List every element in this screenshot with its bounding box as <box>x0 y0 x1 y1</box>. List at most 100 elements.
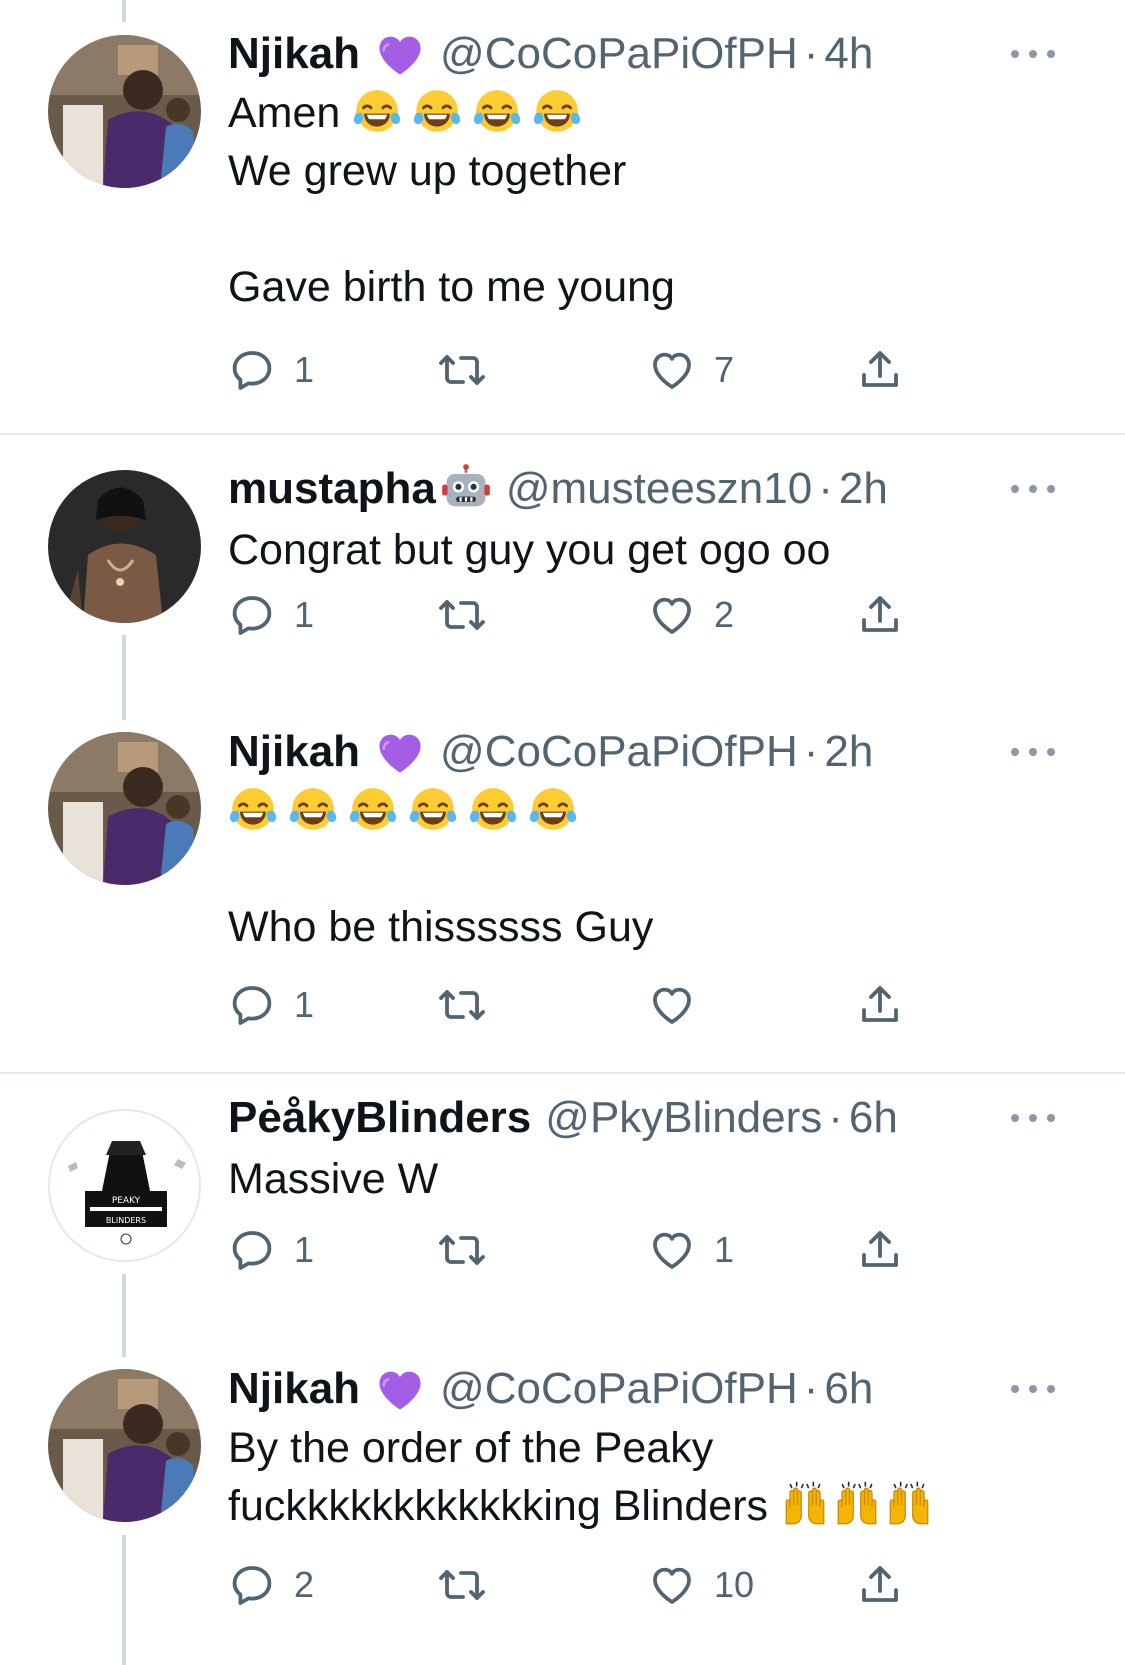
tweet-header: PėåkyBlinders @PkyBlinders · 6h <box>228 1092 1045 1144</box>
tweet-header: Njikah @CoCoPaPiOfPH · 6h <box>228 1363 1045 1415</box>
share-button[interactable] <box>856 1220 904 1280</box>
purple-heart-icon <box>374 28 426 80</box>
handle[interactable]: @musteeszn10 <box>506 463 812 515</box>
tweet[interactable]: PEAKY BLINDERS PėåkyBlinders @PkyBlinder… <box>0 1074 1125 1357</box>
tweet-text-line: By the order of the Peaky <box>228 1424 714 1472</box>
tweet[interactable]: mustapha @musteeszn10 · 2h Congrat but g… <box>0 435 1125 720</box>
display-name[interactable]: Njikah <box>228 28 360 80</box>
share-button[interactable] <box>856 1555 904 1615</box>
purple-heart-icon <box>374 1363 426 1415</box>
reply-button[interactable]: 1 <box>228 1220 314 1280</box>
joy-emoji <box>412 87 462 137</box>
tweet[interactable]: Njikah @CoCoPaPiOfPH · 4h Amen We grew u… <box>0 0 1125 433</box>
robot-icon <box>440 463 492 515</box>
handle[interactable]: @PkyBlinders <box>545 1092 822 1144</box>
joy-emoji <box>532 87 582 137</box>
tweet-actions: 1 1 <box>228 1220 948 1280</box>
more-icon[interactable] <box>1011 742 1055 762</box>
reply-button[interactable]: 1 <box>228 340 314 400</box>
thread-line <box>122 1535 126 1665</box>
raised-hands-emoji <box>884 1480 934 1530</box>
retweet-icon <box>438 591 486 639</box>
like-button[interactable]: 10 <box>648 1555 754 1615</box>
reply-count: 1 <box>294 594 315 635</box>
reply-count: 1 <box>294 349 315 390</box>
retweet-button[interactable] <box>438 975 504 1035</box>
retweet-button[interactable] <box>438 340 504 400</box>
display-name[interactable]: mustapha <box>228 463 436 515</box>
tweet-text-line: Amen <box>228 89 341 137</box>
retweet-icon <box>438 1561 486 1609</box>
tweet-text: Massive W <box>228 1155 439 1203</box>
tweet-text: By the order of the Peaky fuckkkkkkkkkkk… <box>228 1419 1065 1535</box>
more-icon[interactable] <box>1011 479 1055 499</box>
tweet-actions: 1 2 <box>228 585 948 645</box>
more-icon[interactable] <box>1011 44 1055 64</box>
retweet-button[interactable] <box>438 1555 504 1615</box>
joy-emoji <box>288 785 338 835</box>
more-icon[interactable] <box>1011 1379 1055 1399</box>
tweet-text: Amen We grew up together Gave birth to m… <box>228 84 1065 316</box>
joy-emoji <box>352 87 402 137</box>
timestamp[interactable]: 6h <box>849 1092 898 1144</box>
tweet[interactable]: Njikah @CoCoPaPiOfPH · 6h By the order o… <box>0 1357 1125 1665</box>
heart-icon <box>648 591 696 639</box>
avatar[interactable]: PEAKY BLINDERS <box>48 1109 201 1262</box>
joy-emoji <box>528 785 578 835</box>
separator-dot: · <box>803 1364 819 1413</box>
display-name[interactable]: Njikah <box>228 1363 360 1415</box>
avatar[interactable] <box>48 732 201 885</box>
tweet[interactable]: Njikah @CoCoPaPiOfPH · 2h Who be thissss… <box>0 720 1125 1073</box>
retweet-button[interactable] <box>438 585 504 645</box>
like-count: 2 <box>714 594 735 635</box>
tweet-text-line: fuckkkkkkkkkkkking Blinders <box>228 1482 769 1530</box>
reply-icon <box>228 1226 276 1274</box>
tweet-header: Njikah @CoCoPaPiOfPH · 2h <box>228 726 1045 778</box>
like-button[interactable]: 2 <box>648 585 734 645</box>
heart-icon <box>648 1561 696 1609</box>
timestamp[interactable]: 6h <box>824 1363 873 1415</box>
separator-dot: · <box>818 464 833 513</box>
reply-count: 1 <box>294 1229 315 1270</box>
timestamp[interactable]: 2h <box>824 726 873 778</box>
share-icon <box>856 1226 904 1274</box>
tweet-text: Who be thissssss Guy <box>228 903 654 951</box>
avatar-text-top: PEAKY <box>112 1196 141 1206</box>
separator-dot: · <box>803 29 819 78</box>
tweet-actions: 1 7 <box>228 340 948 400</box>
reply-button[interactable]: 2 <box>228 1555 314 1615</box>
timestamp[interactable]: 2h <box>839 463 888 515</box>
reply-icon <box>228 981 276 1029</box>
like-button[interactable]: 1 <box>648 1220 734 1280</box>
retweet-icon <box>438 346 486 394</box>
tweet-text-body: We grew up together Gave birth to me you… <box>228 147 675 311</box>
separator-dot: · <box>803 727 819 776</box>
avatar[interactable] <box>48 1369 201 1522</box>
share-button[interactable] <box>856 340 904 400</box>
reply-button[interactable]: 1 <box>228 975 314 1035</box>
share-button[interactable] <box>856 585 904 645</box>
display-name[interactable]: PėåkyBlinders <box>228 1092 531 1144</box>
thread-line <box>122 1274 126 1357</box>
avatar-text-bottom: BLINDERS <box>106 1216 146 1225</box>
timestamp[interactable]: 4h <box>824 28 873 80</box>
reply-button[interactable]: 1 <box>228 585 314 645</box>
reply-icon <box>228 1561 276 1609</box>
like-button[interactable]: 7 <box>648 340 734 400</box>
retweet-icon <box>438 981 486 1029</box>
purple-heart-icon <box>374 726 426 778</box>
handle[interactable]: @CoCoPaPiOfPH <box>440 1363 798 1415</box>
like-button[interactable] <box>648 975 714 1035</box>
handle[interactable]: @CoCoPaPiOfPH <box>440 726 798 778</box>
avatar[interactable] <box>48 35 201 188</box>
avatar[interactable] <box>48 470 201 623</box>
handle[interactable]: @CoCoPaPiOfPH <box>440 28 798 80</box>
reply-count: 2 <box>294 1564 315 1605</box>
more-icon[interactable] <box>1011 1108 1055 1128</box>
tweet-header: Njikah @CoCoPaPiOfPH · 4h <box>228 28 1045 80</box>
reply-count: 1 <box>294 984 315 1025</box>
display-name[interactable]: Njikah <box>228 726 360 778</box>
raised-hands-emoji <box>832 1480 882 1530</box>
share-button[interactable] <box>856 975 904 1035</box>
retweet-button[interactable] <box>438 1220 504 1280</box>
